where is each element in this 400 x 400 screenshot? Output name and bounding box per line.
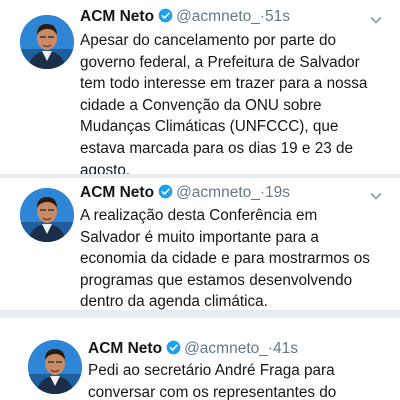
tweet-time[interactable]: 19s	[265, 184, 290, 201]
tweet-text-line: Pedi ao secretário André Fraga para	[88, 362, 335, 379]
verified-badge-icon	[166, 340, 181, 355]
tweet-text: A realização desta Conferência em Salvad…	[80, 205, 390, 310]
tweet-text-line: economia da cidade e para mostrarmos os	[80, 250, 370, 268]
verified-badge-icon	[158, 8, 173, 23]
tweet-card[interactable]: ACM Neto @acmneto_·19s A realização desta…	[0, 178, 400, 310]
avatar-icon	[28, 340, 82, 394]
tweet-text-line: agosto.	[80, 161, 131, 174]
avatar-icon	[20, 15, 74, 69]
tweet-text-line: programas que estamos desenvolvendo	[80, 271, 353, 289]
tweet-text-line: cidade a Convenção da ONU sobre	[80, 96, 322, 114]
chevron-down-icon[interactable]	[370, 192, 382, 200]
tweet-text-line: estava marcada para os dias 19 e 23 de	[80, 139, 353, 157]
author-handle[interactable]: @acmneto_	[176, 8, 260, 25]
tweet-header: ACM Neto @acmneto_·51s	[80, 7, 290, 27]
avatar-icon	[20, 188, 74, 242]
tweet-text-line: conversar com os representantes do	[88, 383, 337, 400]
tweet-text: Apesar do cancelamento por parte do gove…	[80, 30, 390, 174]
tweet-time[interactable]: 41s	[273, 340, 298, 357]
tweet-text-line: Salvador é muito importante para a	[80, 228, 319, 246]
tweet-header: ACM Neto @acmneto_·41s	[88, 339, 298, 359]
tweet-text-line: Apesar do cancelamento por parte do	[80, 32, 336, 49]
author-handle[interactable]: @acmneto_	[176, 184, 260, 201]
chevron-down-icon[interactable]	[370, 16, 382, 24]
author-name[interactable]: ACM Neto	[80, 184, 154, 201]
tweet-text-line: tem todo interesse em trazer para a noss…	[80, 75, 368, 93]
verified-badge-icon	[158, 184, 173, 199]
tweet-card[interactable]: ACM Neto @acmneto_·41s Pedi ao secretário…	[0, 318, 400, 400]
tweet-time[interactable]: 51s	[265, 8, 290, 25]
avatar[interactable]	[20, 188, 74, 242]
author-name[interactable]: ACM Neto	[88, 340, 162, 357]
tweet-text-line: dentro da agenda climática.	[80, 293, 268, 310]
avatar[interactable]	[20, 15, 74, 69]
tweet-header: ACM Neto @acmneto_·19s	[80, 183, 290, 203]
tweet-text: Pedi ao secretário André Fraga para conv…	[88, 360, 398, 400]
author-name[interactable]: ACM Neto	[80, 8, 154, 25]
tweet-text-line: Mudanças Climáticas (UNFCCC), que	[80, 118, 339, 136]
tweet-text-line: governo federal, a Prefeitura de Salvado…	[80, 53, 360, 71]
avatar[interactable]	[28, 340, 82, 394]
tweet-text-line: A realização desta Conferência em	[80, 207, 318, 224]
author-handle[interactable]: @acmneto_	[184, 340, 268, 357]
tweet-card[interactable]: ACM Neto @acmneto_·51s Apesar do cancelam…	[0, 0, 400, 174]
